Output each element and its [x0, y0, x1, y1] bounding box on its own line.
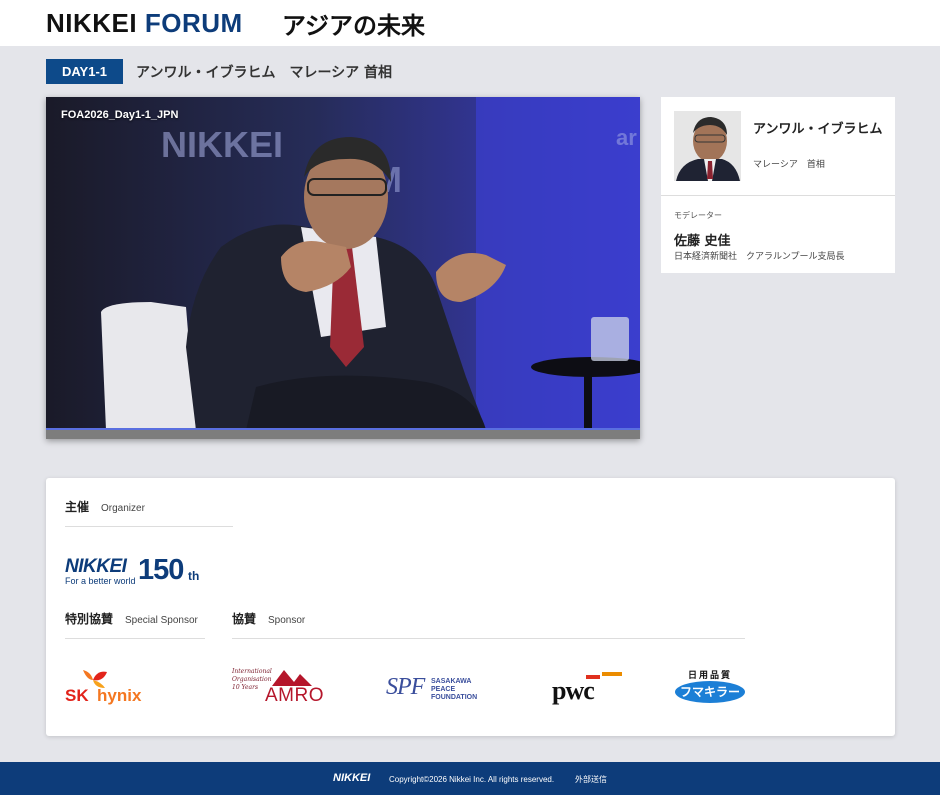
nikkei-slogan: For a better world — [65, 576, 136, 586]
site-footer: NIKKEI Copyright©2026 Nikkei Inc. All ri… — [0, 762, 940, 795]
sponsor-heading: 協賛 Sponsor — [232, 610, 305, 627]
forum-tagline: アジアの未来 — [282, 12, 426, 40]
pwc-logo[interactable]: pwc — [550, 670, 622, 706]
sponsor-label-jp: 協賛 — [232, 612, 257, 626]
footer-copyright: Copyright©2026 Nikkei Inc. All rights re… — [389, 775, 555, 784]
organizer-label-en: Organizer — [101, 503, 145, 514]
fumakilla-wordmark: フマキラー — [675, 681, 745, 703]
nikkei-forum-logo[interactable]: NIKKEI FORUM — [46, 8, 243, 39]
moderator-label: モデレーター — [674, 211, 722, 220]
special-sponsor-label-jp: 特別協賛 — [65, 612, 114, 626]
special-sponsor-divider — [65, 638, 205, 639]
sponsor-label-en: Sponsor — [268, 615, 306, 626]
site-header: NIKKEI FORUM アジアの未来 — [0, 0, 940, 46]
fumakilla-logo[interactable]: 日用品質 フマキラー — [674, 668, 746, 706]
brand-nikkei: NIKKEI — [46, 8, 145, 38]
moderator-name: 佐藤 史佳 — [674, 234, 731, 249]
special-sponsor-heading: 特別協賛 Special Sponsor — [65, 610, 198, 627]
video-title-label: FOA2026_Day1-1_JPN — [61, 109, 179, 121]
nikkei-150th-logo[interactable]: NIKKEI For a better world 150 th — [65, 554, 215, 588]
special-sponsor-label-en: Special Sponsor — [125, 615, 198, 626]
day-badge: DAY1-1 — [46, 59, 123, 84]
pwc-wordmark: pwc — [552, 676, 595, 705]
spf-wordmark: SASAKAWA PEACE FOUNDATION — [431, 678, 477, 702]
sk-hynix-logo[interactable]: SK hynix — [65, 668, 155, 708]
fumakilla-tagline: 日用品質 — [687, 671, 732, 681]
video-player[interactable]: NIKKEI UM ar FOA2026_Day1-1_JPN — [46, 97, 640, 439]
spf-line-3: FOUNDATION — [431, 694, 478, 701]
speaker-role: マレーシア 首相 — [753, 160, 825, 170]
spf-line-2: PEACE — [431, 686, 456, 693]
sponsor-panel: 主催 Organizer NIKKEI For a better world 1… — [46, 478, 895, 736]
svg-text:ar: ar — [616, 125, 637, 150]
external-transmission-link[interactable]: 外部送信 — [575, 774, 607, 785]
sk-butterfly-icon — [83, 670, 107, 688]
sk-wordmark: SK — [65, 686, 89, 705]
moderator-org: 日本経済新聞社 クアラルンプール支局長 — [674, 252, 845, 262]
svg-text:NIKKEI: NIKKEI — [161, 124, 283, 165]
organizer-heading: 主催 Organizer — [65, 498, 145, 515]
brand-forum: FORUM — [144, 8, 243, 38]
speaker-name: アンワル・イブラヒム — [753, 122, 883, 137]
spf-line-1: SASAKAWA — [431, 678, 472, 685]
amro-wordmark: AMRO — [265, 685, 324, 706]
card-divider — [661, 195, 895, 196]
nikkei-th: th — [188, 569, 200, 583]
nikkei-150: 150 — [138, 554, 184, 586]
nikkei-wordmark: NIKKEI — [65, 556, 127, 577]
sasakawa-peace-foundation-logo[interactable]: SPF SASAKAWA PEACE FOUNDATION — [386, 674, 498, 704]
amro-logo[interactable]: International Organisation 10 Years AMRO — [232, 668, 332, 708]
organizer-label-jp: 主催 — [65, 500, 90, 514]
amro-mountain-icon — [272, 670, 312, 686]
spf-monogram: SPF — [386, 674, 425, 700]
speaker-card: アンワル・イブラヒム マレーシア 首相 モデレーター 佐藤 史佳 日本経済新聞社… — [661, 97, 895, 273]
speaker-photo — [674, 111, 741, 181]
hynix-wordmark: hynix — [97, 686, 142, 705]
video-frame[interactable]: NIKKEI UM ar — [46, 97, 640, 430]
video-still: NIKKEI UM ar — [46, 97, 640, 428]
footer-nikkei-logo[interactable]: NIKKEI — [333, 772, 370, 784]
sponsor-divider — [232, 638, 745, 639]
session-title: アンワル・イブラヒム マレーシア 首相 — [136, 65, 393, 81]
organizer-divider — [65, 526, 233, 527]
